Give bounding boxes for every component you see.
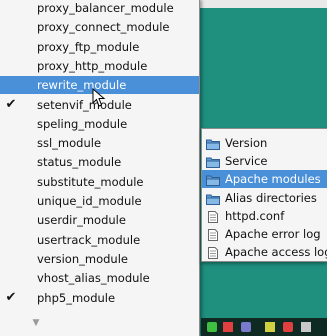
module-item-label: status_module bbox=[37, 155, 122, 170]
module-item-label: rewrite_module bbox=[37, 78, 127, 93]
flag-icon[interactable] bbox=[223, 322, 233, 332]
folder-icon bbox=[206, 173, 220, 187]
computer-icon[interactable] bbox=[283, 322, 293, 332]
folder-icon bbox=[206, 137, 220, 150]
document-icon bbox=[206, 228, 220, 241]
module-item-label: proxy_connect_module bbox=[37, 20, 170, 35]
battery-icon[interactable] bbox=[265, 322, 275, 332]
module-item-label: speling_module bbox=[37, 116, 128, 131]
module-item-version-module[interactable]: version_module bbox=[0, 250, 199, 268]
module-item-status-module[interactable]: status_module bbox=[0, 153, 199, 171]
submenu-item-label: Apache modules bbox=[225, 172, 321, 187]
volume-icon[interactable] bbox=[301, 322, 311, 332]
module-item-label: proxy_balancer_module bbox=[37, 1, 174, 15]
document-icon bbox=[206, 246, 220, 260]
system-tray bbox=[201, 318, 327, 336]
checkmark-icon: ✔ bbox=[5, 96, 17, 112]
mouse-cursor-icon bbox=[92, 88, 106, 107]
module-item-proxy-ftp-module[interactable]: proxy_ftp_module bbox=[0, 38, 199, 56]
module-item-label: unique_id_module bbox=[37, 194, 142, 208]
module-item-label: userdir_module bbox=[37, 213, 126, 228]
module-item-label: setenvif_module bbox=[37, 97, 132, 112]
submenu-item-label: Apache access log bbox=[225, 245, 327, 260]
module-item-label: version_module bbox=[37, 251, 128, 266]
folder-icon bbox=[206, 155, 220, 169]
submenu-item-alias-directories[interactable]: Alias directories bbox=[202, 189, 327, 207]
submenu-item-label: Apache error log bbox=[225, 227, 321, 241]
submenu-item-service[interactable]: Service bbox=[202, 152, 327, 170]
module-item-label: php5_module bbox=[37, 290, 116, 305]
shield-icon[interactable] bbox=[241, 322, 251, 332]
module-item-proxy-connect-module[interactable]: proxy_connect_module bbox=[0, 18, 199, 36]
module-item-vhost-alias-module[interactable]: vhost_alias_module bbox=[0, 269, 199, 287]
document-icon bbox=[206, 210, 220, 223]
submenu-item-version[interactable]: Version bbox=[202, 134, 327, 152]
module-item-label: proxy_http_module bbox=[37, 58, 148, 73]
module-item-label: proxy_ftp_module bbox=[37, 39, 140, 54]
apache-modules-menu: ▼ proxy_balancer_module proxy_connect_mod… bbox=[0, 0, 200, 336]
module-item-label: usertrack_module bbox=[37, 232, 141, 247]
network-icon[interactable] bbox=[207, 322, 217, 332]
module-item-label: substitute_module bbox=[37, 174, 144, 189]
submenu-item-httpd-conf[interactable]: httpd.conf bbox=[202, 207, 327, 225]
module-item-userdir-module[interactable]: userdir_module bbox=[0, 211, 199, 229]
module-item-label: ssl_module bbox=[37, 136, 102, 151]
folder-icon bbox=[206, 192, 220, 205]
module-item-proxy-balancer-module[interactable]: proxy_balancer_module bbox=[0, 0, 199, 17]
module-item-proxy-http-module[interactable]: proxy_http_module bbox=[0, 57, 199, 75]
checkmark-icon: ✔ bbox=[5, 289, 17, 305]
module-item-speling-module[interactable]: speling_module bbox=[0, 115, 199, 133]
module-item-unique-id-module[interactable]: unique_id_module bbox=[0, 192, 199, 210]
scroll-down-arrow[interactable]: ▼ bbox=[30, 318, 42, 328]
wamp-apache-submenu: Version Service Apache modules Alias direct… bbox=[201, 128, 327, 262]
module-item-label: vhost_alias_module bbox=[37, 271, 150, 286]
submenu-item-apache-error-log[interactable]: Apache error log bbox=[202, 225, 327, 243]
module-item-php5-module[interactable]: ✔ php5_module bbox=[0, 289, 199, 307]
module-item-usertrack-module[interactable]: usertrack_module bbox=[0, 231, 199, 249]
module-item-substitute-module[interactable]: substitute_module bbox=[0, 173, 199, 191]
submenu-item-label: Alias directories bbox=[225, 190, 317, 205]
module-item-ssl-module[interactable]: ssl_module bbox=[0, 134, 199, 152]
submenu-item-label: httpd.conf bbox=[225, 208, 285, 223]
submenu-item-label: Service bbox=[225, 154, 268, 169]
desktop-window-edge bbox=[200, 0, 327, 8]
submenu-item-apache-access-log[interactable]: Apache access log bbox=[202, 243, 327, 261]
submenu-item-apache-modules[interactable]: Apache modules bbox=[202, 170, 327, 189]
submenu-item-label: Version bbox=[225, 136, 268, 150]
